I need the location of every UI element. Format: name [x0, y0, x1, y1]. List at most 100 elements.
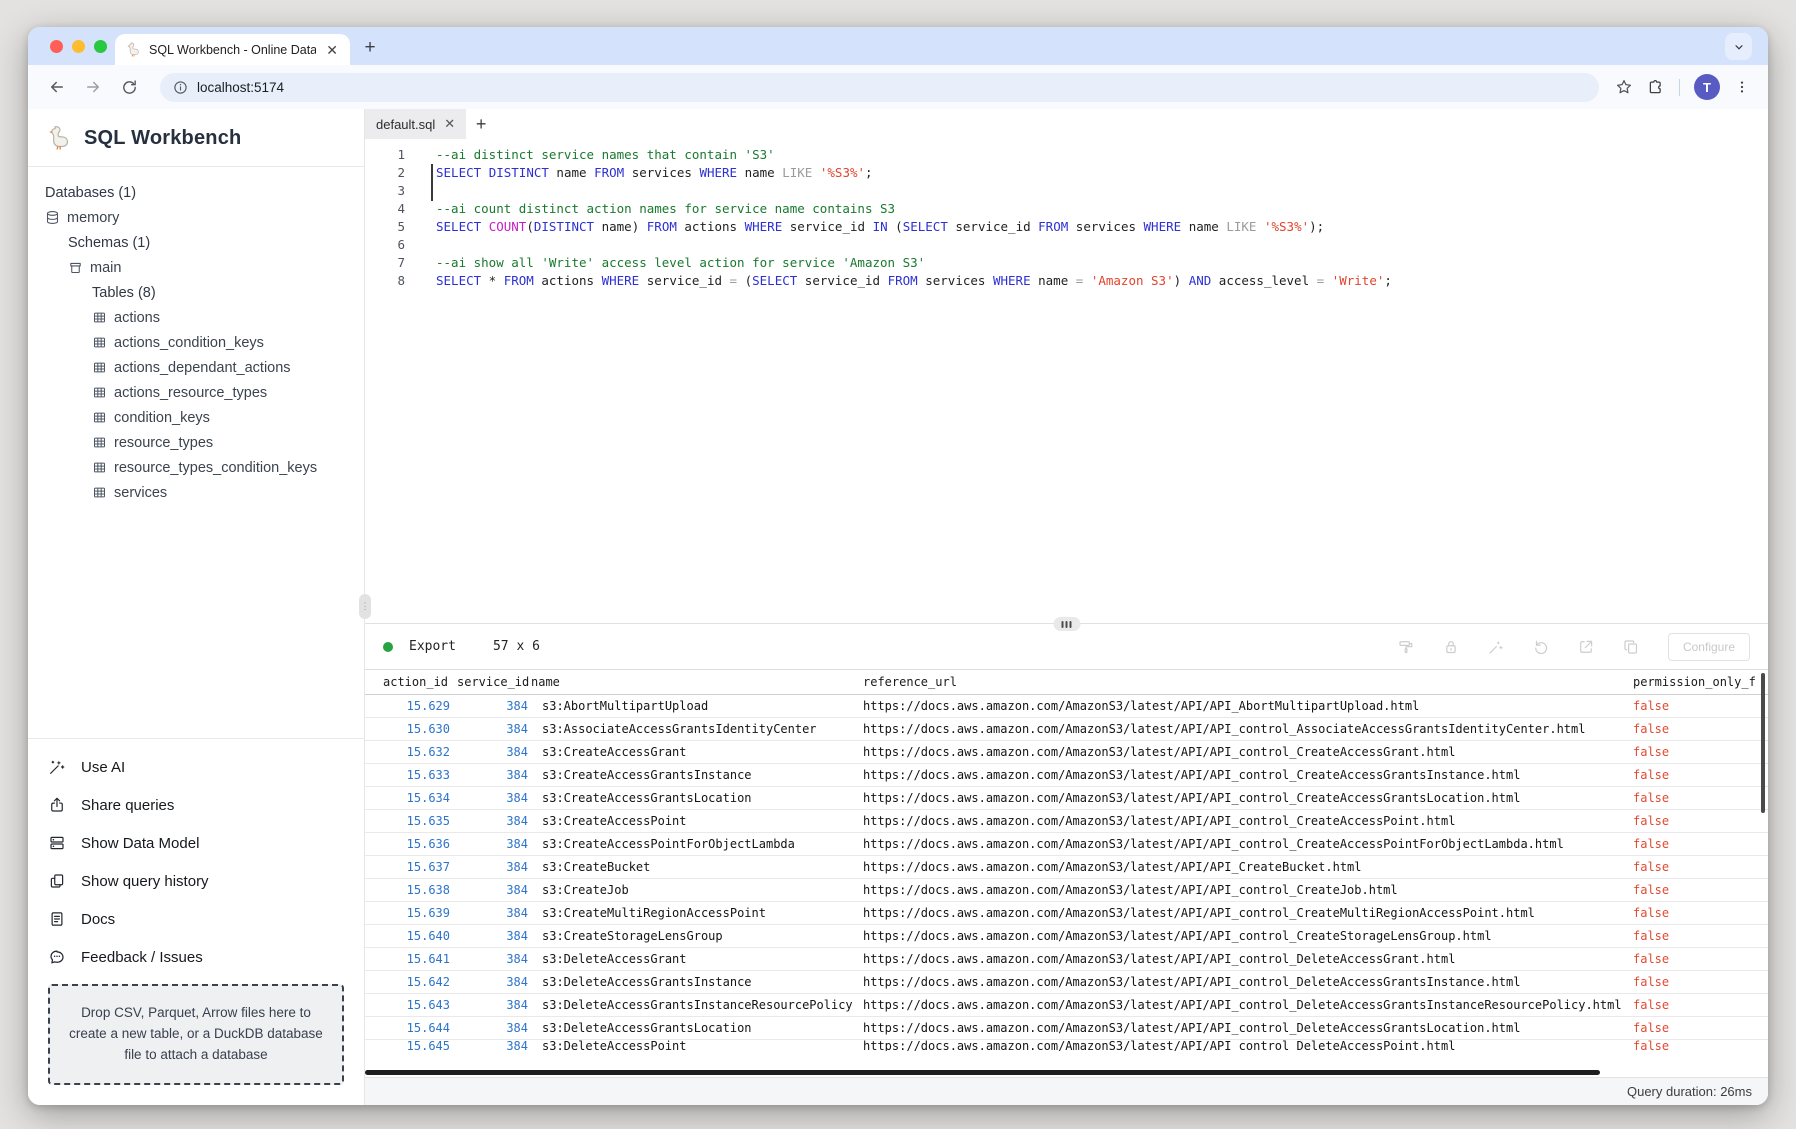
- table-row[interactable]: 15.639384s3:CreateMultiRegionAccessPoint…: [365, 902, 1768, 925]
- table-row[interactable]: 15.634384s3:CreateAccessGrantsLocationht…: [365, 787, 1768, 810]
- reload-icon[interactable]: [114, 72, 144, 102]
- sidebar-table-services[interactable]: services: [28, 480, 356, 505]
- configure-button[interactable]: Configure: [1668, 633, 1750, 661]
- goose-favicon-icon: [125, 42, 141, 58]
- address-bar[interactable]: localhost:5174: [160, 73, 1599, 102]
- tree-databases-label: Databases (1): [28, 180, 356, 205]
- menu-item-docs[interactable]: Docs: [28, 900, 364, 938]
- sidebar-table-actions_condition_keys[interactable]: actions_condition_keys: [28, 330, 356, 355]
- horizontal-scrollbar[interactable]: [365, 1070, 1600, 1075]
- table-icon: [92, 435, 107, 450]
- sidebar-table-resource_types_condition_keys[interactable]: resource_types_condition_keys: [28, 455, 356, 480]
- table-icon: [92, 485, 107, 500]
- sql-editor[interactable]: 12345678 --ai distinct service names tha…: [365, 139, 1768, 623]
- table-row[interactable]: 15.630384s3:AssociateAccessGrantsIdentit…: [365, 718, 1768, 741]
- line-number: 1: [365, 146, 405, 164]
- back-icon[interactable]: [42, 72, 72, 102]
- table-row[interactable]: 15.632384s3:CreateAccessGranthttps://doc…: [365, 741, 1768, 764]
- code-line: --ai distinct service names that contain…: [436, 146, 1392, 164]
- line-number: 7: [365, 254, 405, 272]
- magic-wand-icon[interactable]: [1487, 638, 1505, 656]
- new-query-tab-button[interactable]: +: [466, 109, 496, 139]
- sidebar-table-condition_keys[interactable]: condition_keys: [28, 405, 356, 430]
- menu-item-share-queries[interactable]: Share queries: [28, 786, 364, 824]
- table-row[interactable]: 15.637384s3:CreateBuckethttps://docs.aws…: [365, 856, 1768, 879]
- column-header-service_id[interactable]: service_id: [453, 675, 531, 689]
- menu-item-show-data-model[interactable]: Show Data Model: [28, 824, 364, 862]
- text-caret: [431, 164, 433, 201]
- menu-item-feedback-issues[interactable]: Feedback / Issues: [28, 938, 364, 976]
- table-icon: [92, 385, 107, 400]
- line-number: 4: [365, 200, 405, 218]
- sidebar: SQL Workbench Databases (1) memory Schem…: [28, 109, 365, 1105]
- copy-icon[interactable]: [1622, 638, 1640, 656]
- external-link-icon[interactable]: [1577, 638, 1595, 656]
- table-row[interactable]: 15.643384s3:DeleteAccessGrantsInstanceRe…: [365, 994, 1768, 1017]
- splitter-drag-handle-icon[interactable]: [1053, 617, 1080, 631]
- bookmark-star-icon[interactable]: [1615, 78, 1633, 96]
- table-row[interactable]: 15.629384s3:AbortMultipartUploadhttps://…: [365, 695, 1768, 718]
- tree-schema-main[interactable]: main: [28, 255, 356, 280]
- table-row[interactable]: 15.635384s3:CreateAccessPointhttps://doc…: [365, 810, 1768, 833]
- table-icon: [92, 360, 107, 375]
- profile-avatar[interactable]: T: [1694, 74, 1720, 100]
- vertical-scrollbar[interactable]: [1761, 673, 1765, 813]
- results-grid: action_idservice_idnamereference_urlperm…: [365, 670, 1768, 1077]
- sidebar-table-actions_resource_types[interactable]: actions_resource_types: [28, 380, 356, 405]
- site-info-icon[interactable]: [173, 80, 188, 95]
- editor-gutter: 12345678: [365, 146, 405, 623]
- table-row[interactable]: 15.636384s3:CreateAccessPointForObjectLa…: [365, 833, 1768, 856]
- sidebar-table-resource_types[interactable]: resource_types: [28, 430, 356, 455]
- code-line: [436, 182, 1392, 200]
- table-icon: [92, 410, 107, 425]
- table-row[interactable]: 15.638384s3:CreateJobhttps://docs.aws.am…: [365, 879, 1768, 902]
- goose-logo-icon: [45, 125, 72, 152]
- tree-database-memory[interactable]: memory: [28, 205, 356, 230]
- code-line: --ai count distinct action names for ser…: [436, 200, 1392, 218]
- file-dropzone[interactable]: Drop CSV, Parquet, Arrow files here to c…: [48, 984, 344, 1085]
- line-number: 5: [365, 218, 405, 236]
- browser-toolbar: localhost:5174 T: [28, 65, 1768, 109]
- sidebar-resize-handle[interactable]: ⋮: [359, 594, 371, 619]
- database-tree: Databases (1) memory Schemas (1) main Ta…: [28, 167, 364, 738]
- lock-icon[interactable]: [1442, 638, 1460, 656]
- code-line: SELECT DISTINCT name FROM services WHERE…: [436, 164, 1392, 182]
- paint-roller-icon[interactable]: [1397, 638, 1415, 656]
- forward-icon[interactable]: [78, 72, 108, 102]
- column-header-action_id[interactable]: action_id: [365, 675, 453, 689]
- table-row[interactable]: 15.644384s3:DeleteAccessGrantsLocationht…: [365, 1017, 1768, 1040]
- table-row[interactable]: 15.642384s3:DeleteAccessGrantsInstanceht…: [365, 971, 1768, 994]
- menu-item-use-ai[interactable]: Use AI: [28, 748, 364, 786]
- new-tab-button[interactable]: +: [356, 34, 384, 62]
- sidebar-table-actions[interactable]: actions: [28, 305, 356, 330]
- column-header-permission_only_f[interactable]: permission_only_f: [1633, 675, 1768, 689]
- browser-menu-kebab-icon[interactable]: [1734, 79, 1750, 95]
- export-button[interactable]: Export: [409, 639, 456, 654]
- editor-tab-default-sql[interactable]: default.sql ✕: [365, 109, 466, 139]
- column-header-reference_url[interactable]: reference_url: [863, 675, 1633, 689]
- table-icon: [92, 335, 107, 350]
- editor-tabbar: default.sql ✕ +: [365, 109, 1768, 139]
- undo-icon[interactable]: [1532, 638, 1550, 656]
- panel-splitter[interactable]: [365, 623, 1768, 624]
- close-editor-tab-icon[interactable]: ✕: [444, 116, 455, 132]
- minimize-window-icon[interactable]: [72, 40, 85, 53]
- close-window-icon[interactable]: [50, 40, 63, 53]
- table-row[interactable]: 15.641384s3:DeleteAccessGranthttps://doc…: [365, 948, 1768, 971]
- menu-item-show-query-history[interactable]: Show query history: [28, 862, 364, 900]
- close-tab-icon[interactable]: ✕: [324, 43, 340, 57]
- browser-tab[interactable]: SQL Workbench - Online Data ✕: [115, 34, 350, 65]
- table-row[interactable]: 15.640384s3:CreateStorageLensGrouphttps:…: [365, 925, 1768, 948]
- tab-search-chevron-icon[interactable]: [1725, 33, 1752, 60]
- table-row-partial[interactable]: 15.645384s3:DeleteAccessPointhttps://doc…: [365, 1040, 1768, 1051]
- maximize-window-icon[interactable]: [94, 40, 107, 53]
- column-header-name[interactable]: name: [531, 675, 863, 689]
- line-number: 3: [365, 182, 405, 200]
- code-line: --ai show all 'Write' access level actio…: [436, 254, 1392, 272]
- table-row[interactable]: 15.633384s3:CreateAccessGrantsInstanceht…: [365, 764, 1768, 787]
- history-icon: [48, 872, 66, 890]
- extensions-puzzle-icon[interactable]: [1647, 78, 1665, 96]
- line-number: 6: [365, 236, 405, 254]
- sidebar-table-actions_dependant_actions[interactable]: actions_dependant_actions: [28, 355, 356, 380]
- status-bar: Query duration: 26ms: [365, 1077, 1768, 1105]
